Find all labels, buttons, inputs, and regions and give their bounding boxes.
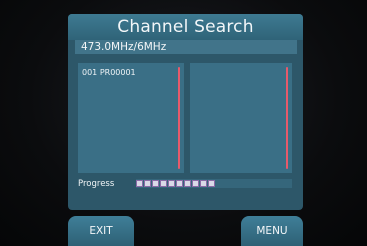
tv-screen: Channel Search 473.0MHz/6MHz 001 PR00001… — [0, 0, 367, 246]
progress-segment — [184, 180, 191, 187]
progress-segment — [176, 180, 183, 187]
title-bar: Channel Search — [68, 14, 303, 40]
progress-segment — [208, 180, 215, 187]
progress-segment — [160, 180, 167, 187]
progress-segment — [136, 180, 143, 187]
progress-segment — [152, 180, 159, 187]
menu-button-label: MENU — [256, 225, 288, 237]
left-list-scrollbar[interactable] — [178, 67, 180, 169]
exit-button[interactable]: EXIT — [68, 216, 134, 246]
page-title: Channel Search — [117, 17, 254, 37]
progress-label: Progress — [78, 179, 115, 189]
right-list-scrollbar[interactable] — [286, 67, 288, 169]
progress-segment — [200, 180, 207, 187]
channel-list-right[interactable] — [190, 63, 292, 173]
frequency-label: 473.0MHz/6MHz — [81, 41, 167, 53]
progress-segment — [168, 180, 175, 187]
channel-list-item[interactable]: 001 PR00001 — [82, 68, 136, 77]
channel-list-left[interactable]: 001 PR00001 — [78, 63, 184, 173]
frequency-bar: 473.0MHz/6MHz — [75, 40, 297, 54]
menu-button[interactable]: MENU — [241, 216, 303, 246]
progress-segment — [192, 180, 199, 187]
progress-segment — [144, 180, 151, 187]
progress-bar — [136, 179, 292, 188]
exit-button-label: EXIT — [89, 225, 113, 237]
